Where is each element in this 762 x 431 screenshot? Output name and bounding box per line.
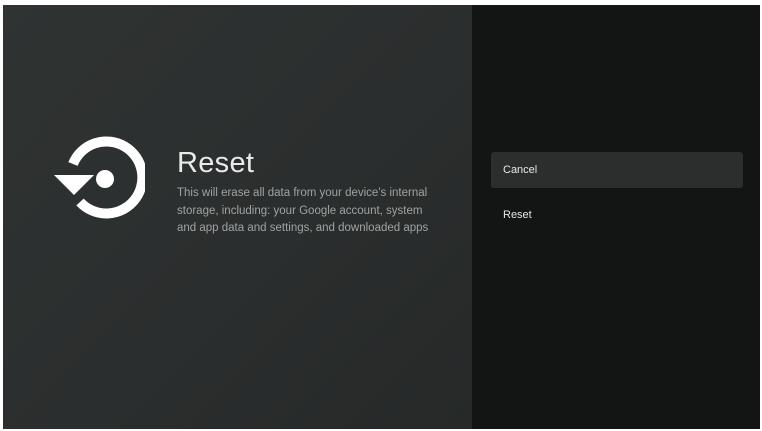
reset-dialog-screen: Reset This will erase all data from your…: [3, 5, 760, 429]
reset-button[interactable]: Reset: [491, 197, 743, 233]
cancel-button[interactable]: Cancel: [491, 152, 743, 188]
reset-description: This will erase all data from your devic…: [177, 187, 429, 234]
action-list-panel: Cancel Reset: [472, 5, 760, 429]
reset-restore-icon: [54, 136, 145, 219]
dialog-info-panel: Reset This will erase all data from your…: [3, 5, 472, 429]
page-title: Reset: [177, 147, 255, 179]
